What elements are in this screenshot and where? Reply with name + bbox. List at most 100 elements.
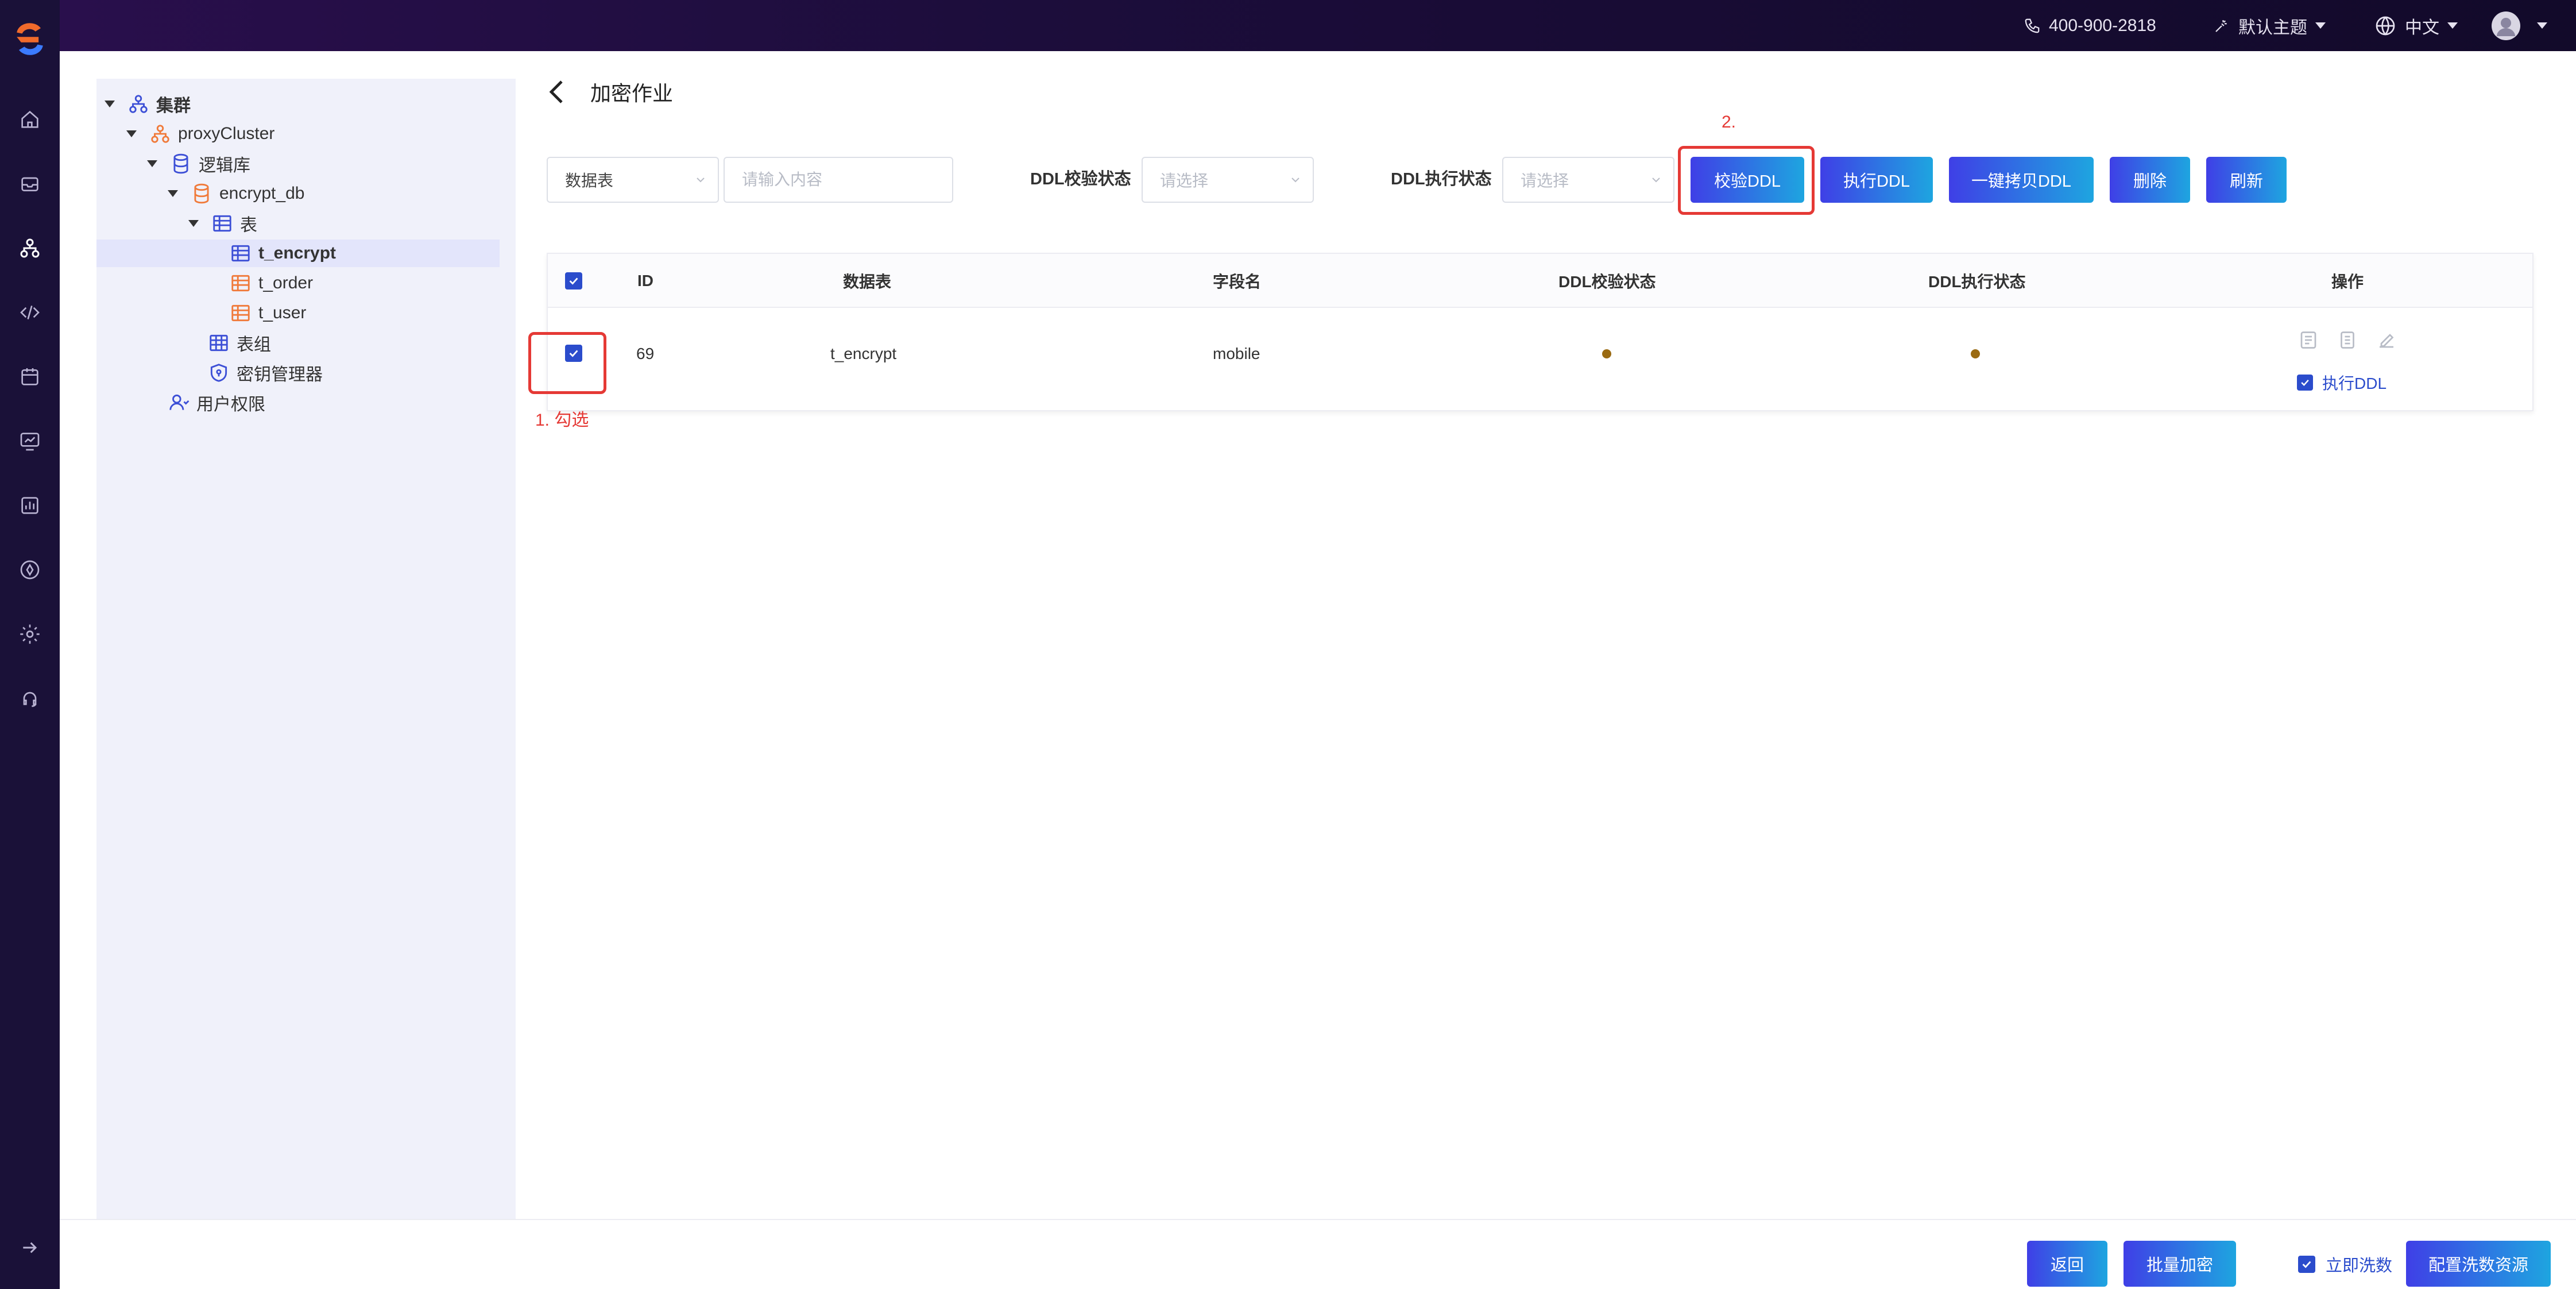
caret-down-icon [168,190,178,197]
cluster-tree: 集群 proxyCluster 逻辑库 encrypt_db 表 t_encry… [96,79,516,1219]
chevron-down-icon [2447,22,2458,29]
config-wash-button[interactable]: 配置洗数资源 [2406,1241,2551,1287]
table-group-icon [210,334,228,352]
ddl-exec-label: DDL执行状态 [1391,170,1492,188]
column-header-ddl-exec: DDL执行状态 [1928,273,2026,291]
table-icon [231,304,250,322]
tree-node-root[interactable]: 集群 [105,90,191,118]
type-select-value: 数据表 [565,172,614,190]
nav-settings[interactable] [16,620,44,648]
nav-expand[interactable] [16,1234,44,1261]
left-nav [0,0,60,1289]
edit-icon[interactable] [2376,330,2397,350]
ddl-exec-status-dot [1971,349,1980,358]
column-header-actions: 操作 [2331,273,2364,291]
select-all-checkbox[interactable] [565,254,582,308]
table-icon [231,275,250,292]
nav-monitor[interactable] [16,427,44,455]
tree-label-key-manager: 密钥管理器 [237,365,323,384]
tree-node-cluster[interactable]: proxyCluster [126,120,274,148]
tree-node-table-t-order[interactable]: t_order [230,269,313,297]
caret-down-icon [188,220,199,227]
check-ddl-button[interactable]: 校验DDL [1691,157,1804,203]
ddl-check-status-dot [1602,349,1611,358]
nav-code[interactable] [16,299,44,326]
nav-compass[interactable] [16,556,44,584]
check-icon [569,350,578,357]
nav-cluster[interactable] [16,234,44,262]
search-input[interactable] [724,157,953,203]
tree-node-database[interactable]: encrypt_db [168,180,304,207]
checkbox[interactable] [565,272,582,290]
exec-ddl-checkbox[interactable]: 执行DDL [2297,371,2387,394]
globe-icon [2376,16,2395,35]
row-checkbox[interactable] [565,345,582,362]
user-icon [169,394,189,410]
tree-node-user-permissions[interactable]: 用户权限 [168,389,265,416]
tree-node-table-t-encrypt[interactable]: t_encrypt [96,240,500,267]
home-icon [21,110,38,128]
calendar-icon [21,368,38,385]
nav-calendar[interactable] [16,363,44,391]
chart-icon [21,497,38,514]
logo [17,23,43,55]
exec-ddl-button[interactable]: 执行DDL [1820,157,1933,203]
column-header-id: ID [637,272,653,290]
avatar [2492,11,2520,40]
back-button[interactable]: 返回 [2027,1241,2107,1287]
tree-label-table: t_order [258,273,314,292]
tree-node-table-t-user[interactable]: t_user [230,299,306,327]
check-icon [2302,1261,2311,1268]
check-icon [2301,379,2309,386]
chevron-down-icon [697,177,705,183]
top-bar: 400-900-2818 默认主题 中文 [0,0,2576,51]
checkbox[interactable] [2297,375,2313,391]
checkbox[interactable] [2298,1256,2315,1273]
ddl-exec-select[interactable]: 请选择 [1502,157,1674,203]
tree-node-key-manager[interactable]: 密钥管理器 [208,359,323,387]
database-icon [194,183,209,204]
nav-support[interactable] [16,685,44,712]
chevron-down-icon [1291,177,1299,183]
ddl-check-placeholder: 请选择 [1160,172,1209,190]
tree-node-logic-db[interactable]: 逻辑库 [147,150,250,177]
tree-label-user-permissions: 用户权限 [196,395,265,414]
nav-inbox[interactable] [16,170,44,198]
phone-icon [2025,18,2040,33]
type-select[interactable]: 数据表 [547,157,719,203]
theme-selector[interactable]: 默认主题 [2213,0,2326,51]
tree-node-tables[interactable]: 表 [188,210,257,237]
ddl-check-select[interactable]: 请选择 [1142,157,1314,203]
table-icon [231,245,250,262]
check-icon [569,277,578,285]
copy-ddl-button[interactable]: 一键拷贝DDL [1949,157,2094,203]
wash-now-checkbox[interactable]: 立即洗数 [2298,1252,2392,1276]
footer-bar: 返回 批量加密 立即洗数 配置洗数资源 [60,1219,2576,1289]
view-ddl-icon[interactable] [2298,330,2319,350]
tree-node-table-set[interactable]: 表组 [208,329,271,357]
nav-report[interactable] [16,492,44,519]
table-header: ID 数据表 字段名 DDL校验状态 DDL执行状态 操作 [548,254,2532,308]
nav-home[interactable] [16,106,44,133]
back-arrow-icon[interactable] [546,78,568,106]
theme-icon [2215,20,2227,32]
tree-label-root: 集群 [156,97,191,115]
table-row: 69 t_encrypt mobile 执行DDL [548,308,2532,411]
batch-encrypt-button[interactable]: 批量加密 [2124,1241,2236,1287]
language-label: 中文 [2405,18,2439,37]
chevron-down-icon [2315,22,2326,29]
inbox-icon [21,177,38,191]
checkbox[interactable] [565,345,582,362]
delete-button[interactable]: 删除 [2110,157,2190,203]
cell-table: t_encrypt [830,345,897,362]
user-menu[interactable] [2491,0,2547,51]
compass-icon [20,560,40,580]
monitor-icon [20,433,40,451]
document-icon[interactable] [2337,330,2358,350]
code-icon [20,305,40,320]
language-selector[interactable]: 中文 [2374,0,2458,51]
support-phone[interactable]: 400-900-2818 [2024,0,2156,51]
gear-icon [20,624,40,644]
tree-label-cluster: proxyCluster [178,124,275,143]
refresh-button[interactable]: 刷新 [2206,157,2287,203]
